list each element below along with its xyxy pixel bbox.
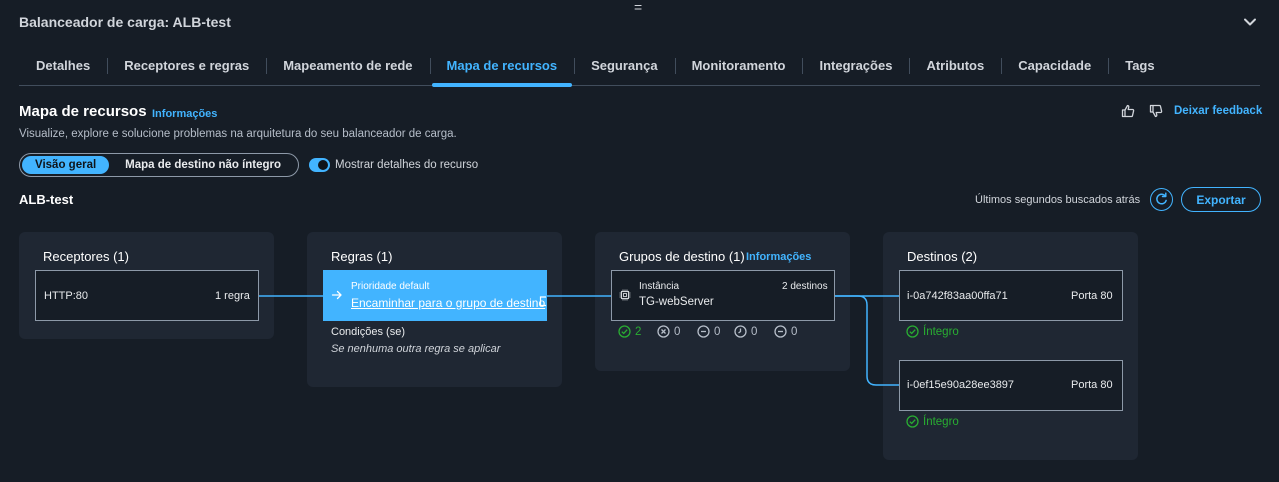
target-group-type: Instância — [639, 281, 680, 292]
minus-circle-icon — [774, 325, 787, 338]
target-id: i-0a742f83aa00ffa71 — [907, 290, 1008, 302]
target-status: Íntegro — [906, 415, 959, 428]
target-port: Porta 80 — [1071, 290, 1113, 302]
target-port: Porta 80 — [1071, 379, 1113, 391]
check-circle-icon — [906, 325, 919, 338]
listener-name: HTTP:80 — [44, 290, 89, 302]
metric-unused: 0 — [697, 325, 720, 338]
metric-unavailable: 0 — [774, 325, 797, 338]
target-group-name: TG-webServer — [639, 296, 714, 308]
metric-unused-value: 0 — [714, 325, 721, 338]
target-status-label: Íntegro — [923, 325, 959, 338]
target-status-label: Íntegro — [923, 415, 959, 428]
rule-conditions-label: Condições (se) — [331, 326, 405, 338]
minus-circle-icon — [697, 325, 710, 338]
x-circle-icon — [657, 325, 670, 338]
rule-priority: Prioridade default — [351, 281, 430, 292]
metric-unhealthy: 0 — [657, 325, 680, 338]
instance-chip-icon — [619, 289, 631, 301]
clock-icon — [734, 325, 747, 338]
target-id: i-0ef15e90a28ee3897 — [907, 379, 1015, 391]
rule-conditions-value: Se nenhuma outra regra se aplicar — [331, 343, 501, 355]
metric-healthy-value: 2 — [635, 325, 642, 338]
metric-healthy: 2 — [618, 325, 641, 338]
check-circle-icon — [618, 325, 631, 338]
target-group-count: 2 destinos — [782, 281, 828, 292]
rule-action-link[interactable]: Encaminhar para o grupo de destino — [351, 296, 545, 310]
target-status: Íntegro — [906, 325, 959, 338]
connector-targetgroup-target-2 — [835, 295, 899, 386]
metric-draining: 0 — [734, 325, 757, 338]
metric-draining-value: 0 — [751, 325, 758, 338]
arrow-right-icon — [331, 290, 342, 300]
metric-unavailable-value: 0 — [791, 325, 798, 338]
check-circle-icon — [906, 415, 919, 428]
external-link-icon[interactable] — [539, 296, 548, 307]
listener-rule-count: 1 regra — [215, 290, 250, 302]
metric-unhealthy-value: 0 — [674, 325, 681, 338]
